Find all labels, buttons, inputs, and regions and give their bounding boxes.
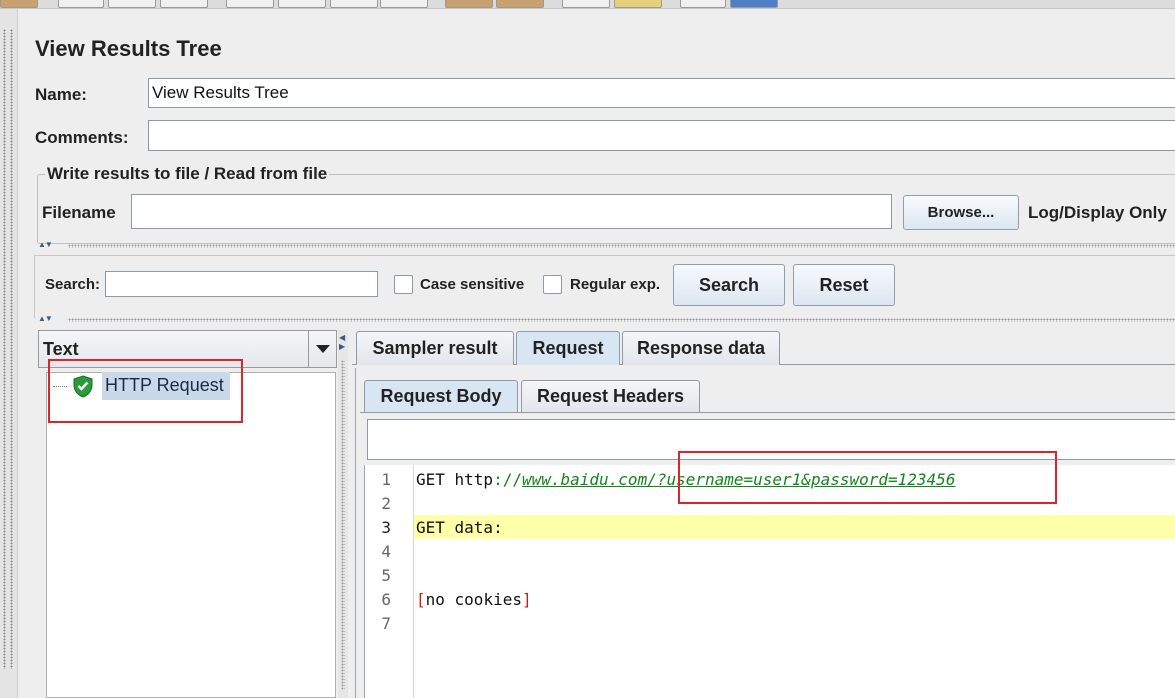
splitter-grip[interactable] bbox=[68, 244, 1175, 248]
toolbar-button[interactable] bbox=[562, 0, 610, 8]
comments-label: Comments: bbox=[35, 128, 129, 147]
toolbar-button[interactable] bbox=[330, 0, 378, 8]
filename-field[interactable] bbox=[131, 194, 892, 229]
line-number: 3 bbox=[381, 518, 391, 537]
line-number: 5 bbox=[381, 566, 391, 585]
name-field[interactable]: View Results Tree bbox=[148, 78, 1175, 108]
file-group-title: Write results to file / Read from file bbox=[45, 164, 330, 184]
log-display-only-label: Log/Display Only bbox=[1028, 203, 1167, 222]
splitter-grip bbox=[3, 29, 6, 669]
splitter-grip bbox=[341, 360, 345, 690]
toolbar-button[interactable] bbox=[0, 0, 38, 8]
splitter-grip bbox=[10, 29, 13, 669]
renderer-select-value: Text bbox=[43, 339, 79, 359]
vertical-splitter[interactable]: ◀ ▶ bbox=[338, 330, 348, 698]
tab-request[interactable]: Request bbox=[516, 331, 620, 365]
tab-sampler-result[interactable]: Sampler result bbox=[356, 331, 514, 365]
browse-button[interactable]: Browse... bbox=[903, 195, 1019, 230]
search-label: Search: bbox=[45, 276, 101, 293]
left-splitter[interactable] bbox=[0, 9, 18, 698]
toolbar-button[interactable] bbox=[58, 0, 104, 8]
current-line-highlight bbox=[414, 515, 1175, 539]
case-sensitive-label: Case sensitive bbox=[420, 276, 525, 293]
splitter-grip[interactable] bbox=[68, 318, 1175, 322]
regular-exp-label: Regular exp. bbox=[570, 276, 661, 293]
dropdown-button[interactable] bbox=[308, 331, 336, 367]
toolbar-button[interactable] bbox=[278, 0, 326, 8]
toolbar-button[interactable] bbox=[614, 0, 662, 8]
search-input[interactable] bbox=[105, 271, 378, 297]
regular-exp-checkbox[interactable] bbox=[543, 275, 562, 294]
collapse-arrows-icon[interactable]: ▲▼ bbox=[38, 241, 53, 249]
line-number: 6 bbox=[381, 590, 391, 609]
code-line-6: [no cookies] bbox=[416, 590, 532, 609]
no-cookies-text: no cookies bbox=[425, 590, 522, 609]
toolbar-button[interactable] bbox=[730, 0, 778, 8]
tab-request-headers[interactable]: Request Headers bbox=[521, 380, 700, 412]
toolbar bbox=[0, 0, 1175, 9]
filename-label: Filename bbox=[42, 203, 116, 222]
case-sensitive-checkbox[interactable] bbox=[394, 275, 413, 294]
comments-field[interactable] bbox=[148, 120, 1175, 151]
line-number: 4 bbox=[381, 542, 391, 561]
line-number: 2 bbox=[381, 494, 391, 513]
toolbar-button[interactable] bbox=[496, 0, 544, 8]
chevron-down-icon bbox=[315, 345, 330, 353]
toolbar-button[interactable] bbox=[380, 0, 428, 8]
search-button[interactable]: Search bbox=[673, 264, 785, 306]
request-method: GET http bbox=[416, 470, 494, 489]
panel-title: View Results Tree bbox=[35, 36, 222, 61]
name-label: Name: bbox=[35, 85, 87, 104]
bracket-open: [ bbox=[416, 590, 426, 609]
tab-response-data[interactable]: Response data bbox=[622, 331, 780, 365]
bracket-close: ] bbox=[521, 590, 532, 609]
reset-button[interactable]: Reset bbox=[793, 264, 895, 306]
code-line-3: GET data: bbox=[416, 518, 503, 537]
toolbar-button[interactable] bbox=[680, 0, 726, 8]
collapse-arrows-icon[interactable]: ◀ ▶ bbox=[339, 333, 345, 351]
line-number: 1 bbox=[381, 470, 391, 489]
annotation-box bbox=[48, 359, 243, 423]
line-number: 7 bbox=[381, 614, 391, 633]
url-separator: :// bbox=[493, 470, 522, 489]
toolbar-button[interactable] bbox=[160, 0, 208, 8]
collapse-arrows-icon[interactable]: ▲▼ bbox=[38, 315, 53, 323]
toolbar-button[interactable] bbox=[445, 0, 493, 8]
sub-tab-strip bbox=[360, 412, 1175, 413]
tab-request-body[interactable]: Request Body bbox=[364, 380, 518, 412]
annotation-box bbox=[678, 451, 1057, 504]
toolbar-button[interactable] bbox=[108, 0, 156, 8]
toolbar-button[interactable] bbox=[226, 0, 274, 8]
